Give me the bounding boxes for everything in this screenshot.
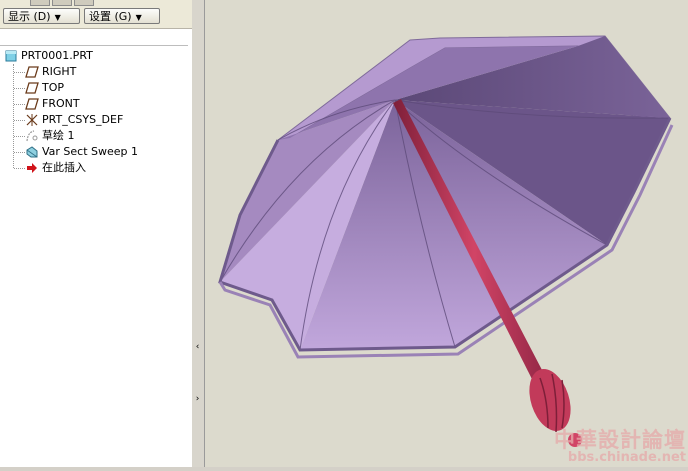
datum-plane-icon — [25, 98, 39, 110]
show-menu-label: 显示 (D) — [8, 10, 51, 23]
tree-item-label: 在此插入 — [42, 161, 86, 174]
tree-connector — [14, 136, 25, 137]
tree-connector — [14, 120, 25, 121]
tree-item-label: RIGHT — [42, 65, 77, 78]
expand-right-icon[interactable]: › — [193, 388, 202, 410]
watermark-cn: 中華設計論壇 — [554, 427, 686, 453]
tab-model-tree[interactable] — [30, 0, 50, 6]
graphics-viewport[interactable]: 中華設計論壇 bbs.chinade.net — [205, 0, 688, 467]
tab-favorites[interactable] — [74, 0, 94, 6]
tree-connector — [14, 168, 25, 169]
tree-connector — [14, 104, 25, 105]
model-tree-toolbar: 显示 (D) ▼ 设置 (G) ▼ — [0, 0, 192, 29]
tree-item-top[interactable]: TOP — [25, 80, 64, 96]
sketch-icon — [26, 130, 38, 142]
tree-connector — [14, 152, 25, 153]
watermark: 中華設計論壇 bbs.chinade.net — [554, 429, 686, 465]
settings-menu-label: 设置 (G) — [89, 10, 132, 23]
tree-item-label: PRT_CSYS_DEF — [42, 113, 124, 126]
tree-item-front[interactable]: FRONT — [25, 96, 80, 112]
tree-root-label: PRT0001.PRT — [21, 49, 93, 62]
tree-item-sketch[interactable]: 草绘 1 — [25, 128, 75, 144]
part-icon — [5, 50, 17, 62]
collapse-left-icon[interactable]: ‹ — [193, 336, 202, 358]
tree-connector — [14, 88, 25, 89]
model-tree-panel: 显示 (D) ▼ 设置 (G) ▼ PRT0001.PRT RIGHT TOP FR… — [0, 0, 193, 467]
insert-here-arrow-icon — [27, 163, 37, 173]
tree-item-insert-here[interactable]: 在此插入 — [25, 160, 86, 176]
chevron-down-icon: ▼ — [54, 13, 61, 22]
show-menu-button[interactable]: 显示 (D) ▼ — [3, 8, 80, 24]
tree-root-item[interactable]: PRT0001.PRT — [4, 48, 93, 64]
tree-item-sweep[interactable]: Var Sect Sweep 1 — [25, 144, 138, 160]
panel-splitter[interactable]: ‹ › — [192, 0, 205, 467]
umbrella-model — [218, 35, 674, 447]
tree-item-csys[interactable]: PRT_CSYS_DEF — [25, 112, 123, 128]
tree-item-label: FRONT — [42, 97, 80, 110]
tree-connector — [14, 72, 25, 73]
tree-item-right[interactable]: RIGHT — [25, 64, 76, 80]
tab-folder-browser[interactable] — [52, 0, 72, 6]
coordinate-system-icon — [26, 114, 38, 126]
tree-filter-row — [0, 29, 188, 46]
tree-item-label: TOP — [42, 81, 65, 94]
navigator-tabs — [30, 0, 94, 6]
datum-plane-icon — [25, 66, 39, 78]
datum-plane-icon — [25, 82, 39, 94]
tree-item-label: 草绘 1 — [42, 129, 75, 142]
watermark-en: bbs.chinade.net — [567, 450, 686, 466]
chevron-down-icon: ▼ — [135, 13, 142, 22]
sweep-feature-icon — [26, 146, 38, 158]
tree-item-label: Var Sect Sweep 1 — [42, 145, 139, 158]
settings-menu-button[interactable]: 设置 (G) ▼ — [84, 8, 160, 24]
